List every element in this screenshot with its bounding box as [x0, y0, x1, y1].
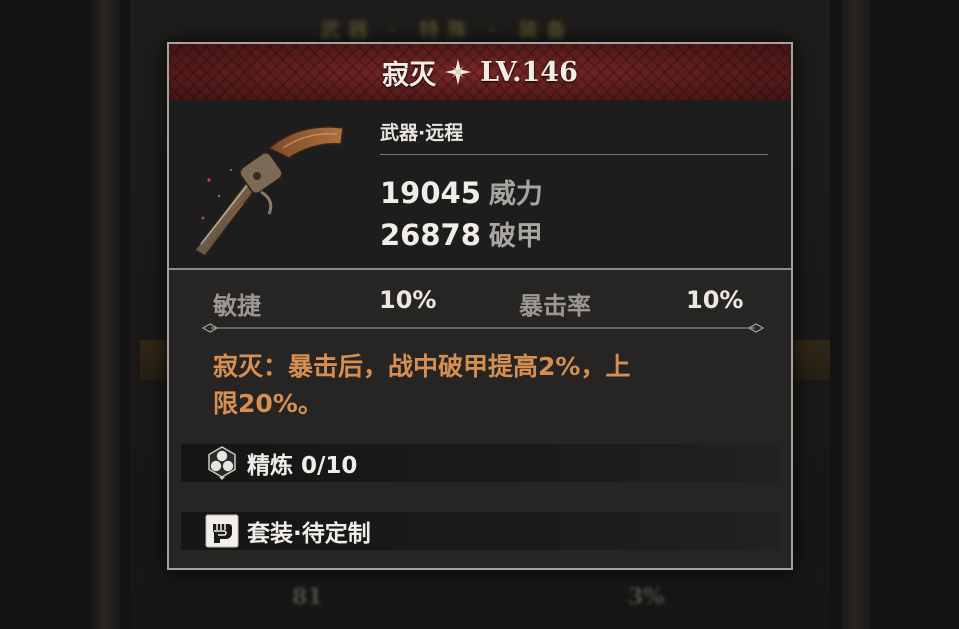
stat-label: 威力 — [488, 179, 543, 210]
skill-description-line: 寂灭：暴击后，战中破甲提高2%，上 — [213, 352, 631, 381]
background-value-right: 3% — [628, 584, 665, 610]
set-row[interactable]: 套装·待定制 — [181, 512, 781, 550]
background-value-left: 81 — [292, 584, 323, 610]
background-top-text: 武器 · 特殊 · 装备 — [320, 18, 575, 42]
stat-label: 破甲 — [488, 221, 543, 252]
four-point-star-icon — [445, 59, 472, 85]
item-header-section: 武器·远程 19045 威力 26878 破甲 — [169, 100, 791, 270]
skill-description-line: 限20%。 — [213, 389, 323, 418]
hexagon-cluster-icon — [208, 446, 236, 480]
attribute-value-crit-rate: 10% — [686, 286, 744, 314]
item-name: 寂灭 — [382, 59, 437, 91]
item-level: LV.146 — [480, 56, 578, 88]
refine-label: 精炼 0/10 — [247, 453, 358, 479]
attribute-label-agility: 敏捷 — [213, 292, 261, 320]
title-bar: 寂灭 LV.146 — [169, 44, 791, 100]
divider — [380, 154, 768, 155]
set-label: 套装·待定制 — [247, 521, 371, 547]
stat-power: 19045 威力 — [380, 172, 543, 211]
item-type: 武器·远程 — [380, 122, 464, 144]
background-pillar — [842, 0, 870, 629]
skill-description: 寂灭：暴击后，战中破甲提高2%，上 限20%。 — [213, 348, 753, 422]
fist-icon — [205, 514, 239, 548]
stat-value: 26878 — [380, 218, 481, 252]
background-pillar — [92, 0, 120, 629]
attribute-label-crit-rate: 暴击率 — [519, 292, 591, 320]
refine-row[interactable]: 精炼 0/10 — [181, 444, 781, 482]
attribute-row: 敏捷 10% 暴击率 10% — [169, 278, 791, 322]
revolver-icon — [193, 126, 344, 257]
attribute-value-agility: 10% — [379, 286, 437, 314]
background-ledge — [790, 340, 830, 380]
ornate-divider — [201, 323, 765, 333]
item-tooltip-card: 寂灭 LV.146 武器·远程 19045 威力 26878 破甲 敏捷 10%… — [167, 42, 793, 570]
stat-value: 19045 — [380, 176, 481, 210]
stat-armor-break: 26878 破甲 — [380, 214, 543, 253]
